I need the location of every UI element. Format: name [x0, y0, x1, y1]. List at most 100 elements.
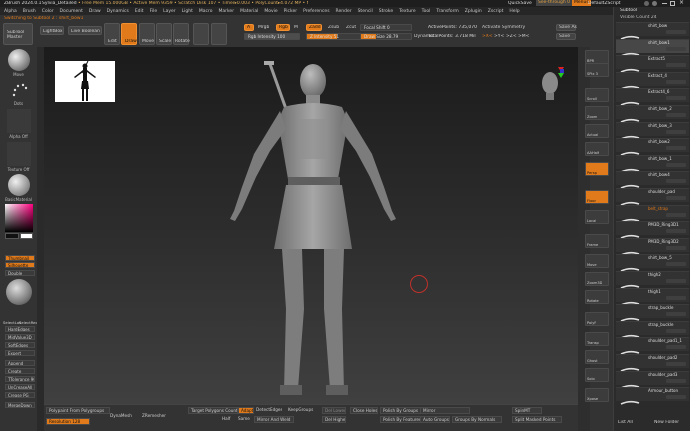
subtool-visibility-icon[interactable] [666, 146, 686, 151]
target-polygons-slider[interactable]: Target Polygons Count 5 [188, 407, 238, 414]
list-all-button[interactable]: List All [618, 420, 633, 425]
menu-marker[interactable]: Marker [219, 9, 235, 14]
viewport-canvas[interactable] [44, 47, 578, 404]
shelf-rotate-button[interactable]: Rotate [585, 290, 609, 304]
move-button[interactable]: Move [139, 23, 155, 45]
half-button[interactable]: Half [220, 416, 234, 423]
save-button[interactable]: Save [556, 33, 576, 40]
subtool-visibility-icon[interactable] [666, 295, 686, 300]
symmetry-y[interactable]: >Y< [494, 34, 504, 39]
menu-tool[interactable]: Tool [422, 9, 431, 14]
edit-button[interactable]: Edit [104, 23, 120, 45]
subtool-item[interactable]: shoulder_pad [616, 188, 689, 206]
subtool-visibility-icon[interactable] [666, 179, 686, 184]
subtool-master-button[interactable]: SubTool Master [3, 23, 33, 45]
shelf-polyf-button[interactable]: PolyF [585, 312, 609, 326]
subtool-visibility-icon[interactable] [666, 96, 686, 101]
menu-dynamics[interactable]: Dynamics [107, 9, 129, 14]
subtool-visibility-icon[interactable] [666, 113, 686, 117]
navigation-cube-head-icon[interactable] [538, 63, 566, 103]
menu-picker[interactable]: Picker [284, 9, 297, 14]
m-button[interactable]: M [294, 25, 298, 30]
draw-button[interactable]: Draw [121, 23, 137, 45]
live-boolean-button[interactable]: Live Boolean [68, 26, 102, 35]
secondary-color-swatch[interactable] [20, 233, 33, 239]
menu-render[interactable]: Render [336, 9, 352, 14]
shelf-scroll-button[interactable]: Scroll [585, 88, 609, 102]
menu-file[interactable]: File [150, 9, 158, 14]
zadd-button[interactable]: Zadd [306, 24, 322, 31]
expert-button[interactable]: Expert [5, 350, 35, 356]
shelf-actual-button[interactable]: Actual [585, 124, 609, 138]
menu-macro[interactable]: Macro [199, 9, 213, 14]
close-icon[interactable]: × [679, 0, 684, 5]
menu-draw[interactable]: Draw [89, 9, 101, 14]
split-masked-points-button[interactable]: Split Masked Points [512, 416, 562, 423]
move-brush-icon[interactable] [8, 49, 30, 71]
subtool-item[interactable]: shoulder_pad1_1 [616, 337, 689, 356]
menu-zplugin[interactable]: Zplugin [465, 9, 482, 14]
subtool-item[interactable]: strap_buckle [616, 304, 689, 322]
subtool-visibility-icon[interactable] [666, 46, 686, 51]
groups-by-normals-button[interactable]: Groups By Normals [452, 416, 502, 423]
activate-symmetry-button[interactable]: Activate Symmetry [482, 25, 525, 30]
subtool-visibility-icon[interactable] [666, 328, 686, 333]
create-button[interactable]: Create [5, 368, 35, 374]
shelf-bpr-button[interactable]: BPR [585, 50, 609, 64]
close-holes-button[interactable]: Close Holes [350, 407, 378, 414]
subtool-visibility-icon[interactable] [666, 395, 686, 400]
polypaint-from-polygroups-button[interactable]: Polypaint From Polygroups [46, 407, 110, 414]
subtool-visibility-icon[interactable] [666, 129, 686, 134]
menu-light[interactable]: Light [182, 9, 193, 14]
shelf-xpose-button[interactable]: Xpose [585, 388, 609, 402]
color-picker[interactable] [5, 204, 33, 232]
subtool-visibility-icon[interactable] [666, 79, 686, 84]
rgb-intensity-slider[interactable]: Rgb Intensity 100 [244, 33, 300, 40]
keep-groups-button[interactable]: KeepGroups [286, 407, 318, 414]
shelf-persp-button[interactable]: Persp [585, 162, 609, 176]
menu-texture[interactable]: Texture [399, 9, 415, 14]
zremesher-button[interactable]: ZRemesher [140, 413, 172, 420]
auto-groups-button[interactable]: Auto Groups [420, 416, 450, 423]
rgb-button[interactable]: Rgb [276, 24, 290, 31]
shelf-frame-button[interactable]: Frame [585, 234, 609, 248]
select-brush-sphere-icon[interactable] [6, 279, 32, 305]
shelf-transp-button[interactable]: Transp [585, 332, 609, 346]
quicksave-button[interactable]: QuickSave [508, 1, 532, 6]
silhouette-button[interactable]: Silhouette [5, 262, 35, 268]
visible-count[interactable]: Visible Count 24 [620, 15, 657, 20]
subtool-visibility-icon[interactable] [666, 378, 686, 383]
zsub-button[interactable]: Zsub [328, 25, 339, 30]
rotate-button[interactable]: Rotate [173, 23, 190, 45]
subtool-visibility-icon[interactable] [666, 312, 686, 317]
subtool-item[interactable]: shirt_bow1 [616, 38, 689, 57]
menu-stroke[interactable]: Stroke [379, 9, 393, 14]
shelf-zoom3d-button[interactable]: Zoom3D [585, 272, 609, 286]
alpha-off-icon[interactable] [7, 109, 31, 133]
subtool-visibility-icon[interactable] [666, 63, 686, 68]
shelf-local-button[interactable]: Local [585, 210, 609, 224]
new-folder-button[interactable]: New Folder [654, 420, 679, 425]
subtool-item[interactable]: thigh2 [616, 271, 689, 289]
focal-shift-slider[interactable]: Focal Shift 0 [360, 24, 412, 31]
subtool-visibility-icon[interactable] [666, 30, 686, 34]
menu-transform[interactable]: Transform [436, 9, 458, 14]
subtool-item[interactable]: shirt_bow_2 [616, 105, 689, 123]
menu-preferences[interactable]: Preferences [303, 9, 329, 14]
skin-icon[interactable] [652, 1, 657, 6]
subtool-item[interactable]: shoulder_pad2 [616, 354, 689, 372]
lightbox-button[interactable]: LightBox [40, 26, 64, 35]
shelf-aahalf-button[interactable]: AAHalf [585, 142, 609, 156]
subtool-visibility-icon[interactable] [666, 212, 686, 217]
subtool-item[interactable]: PM3D_Ring3D2 [616, 237, 689, 256]
subtool-visibility-icon[interactable] [666, 229, 686, 234]
menu-alpha[interactable]: Alpha [4, 9, 17, 14]
subtool-visibility-icon[interactable] [666, 162, 686, 167]
minimize-icon[interactable] [662, 3, 667, 4]
menu-movie[interactable]: Movie [264, 9, 277, 14]
softedges-button[interactable]: SoftEdges [5, 342, 35, 348]
mergedown-button[interactable]: MergeDown [5, 402, 35, 408]
gizmo-button[interactable] [193, 23, 209, 45]
del-higher-button[interactable]: Del Higher [322, 416, 346, 423]
subtool-item[interactable]: thigh1 [616, 287, 689, 306]
